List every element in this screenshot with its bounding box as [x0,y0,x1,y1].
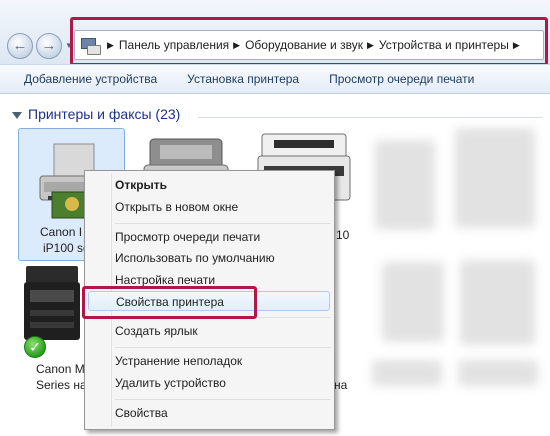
menu-item-remove-device[interactable]: Удалить устройство [115,373,325,393]
menu-highlight-box [82,286,257,319]
command-bar: Добавление устройства Установка принтера… [0,64,550,94]
blurred-device [460,260,535,345]
back-arrow-icon[interactable]: ← [7,33,33,59]
menu-item-view-queue[interactable]: Просмотр очереди печати [115,227,325,247]
mfp-black-printer-icon [24,266,80,340]
blurred-device [455,128,535,228]
printer-label-line1: Canon M [36,362,85,376]
group-title: Принтеры и факсы (23) [28,106,181,122]
add-device-button[interactable]: Добавление устройства [24,72,157,86]
printer-label-line1: 10 [336,228,350,242]
view-print-queue-button[interactable]: Просмотр очереди печати [329,72,474,86]
forward-arrow-icon[interactable]: → [36,33,62,59]
printer-label-line1: Canon I [40,225,83,239]
collapse-triangle-icon[interactable] [12,111,22,119]
menu-separator [115,399,331,400]
menu-item-open[interactable]: Открыть [115,175,325,195]
menu-item-troubleshoot[interactable]: Устранение неполадок [115,351,325,371]
printers-group-header[interactable]: Принтеры и факсы (23) [12,106,180,122]
group-divider [198,117,543,118]
printer-label-line2: iP100 se [43,241,90,255]
menu-item-properties[interactable]: Свойства [115,403,325,423]
blurred-device [375,140,435,230]
printer-label-line2: Series на [36,378,87,392]
menu-separator [115,223,331,224]
blurred-label [372,360,442,386]
address-highlight-box [70,17,548,66]
install-printer-button[interactable]: Установка принтера [187,72,299,86]
blurred-device [382,262,444,342]
menu-item-open-new-window[interactable]: Открыть в новом окне [115,197,325,217]
menu-item-create-shortcut[interactable]: Создать ярлык [115,321,325,341]
blurred-label [458,360,538,386]
navigation-bar: ← → ▼ ▶ Панель управления ▶ Оборудование… [0,0,550,66]
menu-item-set-default[interactable]: Использовать по умолчанию [115,248,325,268]
default-printer-check-icon: ✓ [24,336,46,358]
printer-label-line1: на [334,378,348,392]
menu-separator [115,347,331,348]
